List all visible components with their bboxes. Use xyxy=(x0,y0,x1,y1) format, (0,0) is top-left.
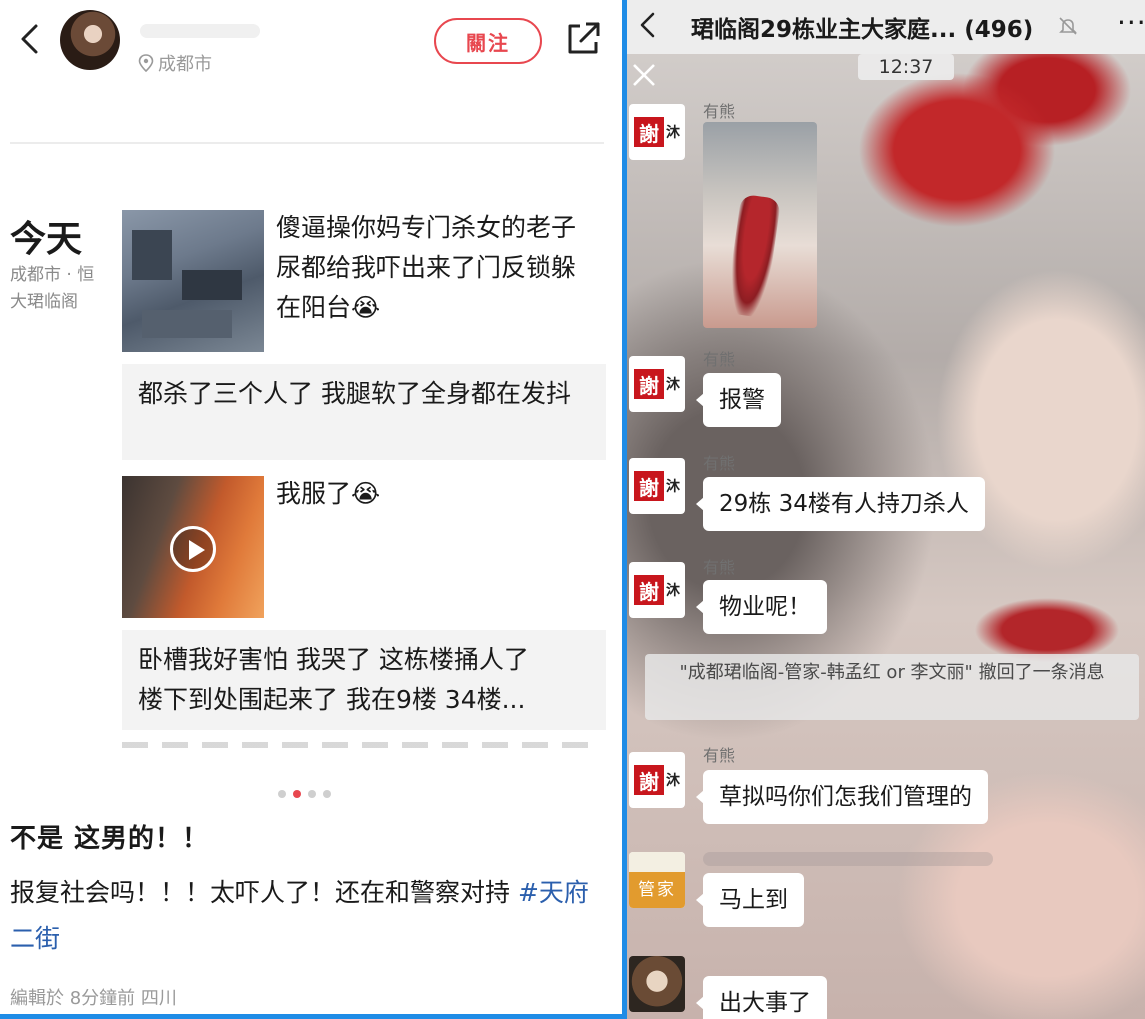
more-icon[interactable]: ··· xyxy=(1117,6,1145,39)
pager-dot[interactable] xyxy=(308,790,316,798)
author-name-redacted xyxy=(140,24,260,38)
post-video-thumbnail[interactable] xyxy=(122,476,264,618)
property-manager-avatar[interactable]: 管家 xyxy=(629,852,685,908)
sender-avatar[interactable]: 謝 沐 xyxy=(629,458,685,514)
post-image-thumbnail[interactable] xyxy=(122,210,264,352)
follow-button[interactable]: 關注 xyxy=(434,18,542,64)
post-caption: 都杀了三个人了 我腿软了全身都在发抖 xyxy=(122,364,606,460)
seal-logo: 謝 xyxy=(634,369,664,399)
share-icon[interactable] xyxy=(564,20,602,58)
seal-side-char: 沐 xyxy=(666,583,680,599)
message-timestamp: 12:37 xyxy=(858,54,954,80)
sender-name: 有熊 xyxy=(703,350,736,369)
close-icon[interactable] xyxy=(631,62,657,88)
sender-avatar[interactable]: 謝 沐 xyxy=(629,562,685,618)
image-message[interactable] xyxy=(703,122,817,328)
pager-dot[interactable] xyxy=(278,790,286,798)
sender-avatar[interactable] xyxy=(629,956,685,1012)
note-body-text: 报复社会吗！！！太吓人了！还在和警察对持 xyxy=(10,878,518,907)
note-body: 报复社会吗！！！太吓人了！还在和警察对持 #天府二街 xyxy=(10,870,600,962)
seal-side-char: 沐 xyxy=(666,125,680,141)
seal-logo: 謝 xyxy=(634,117,664,147)
recall-notice: "成都珺临阁-管家-韩孟红 or 李文丽" 撤回了一条消息 xyxy=(645,654,1139,720)
message-bubble[interactable]: 出大事了 xyxy=(696,976,827,1019)
message-bubble[interactable]: 29栋 34楼有人持刀杀人 xyxy=(696,477,985,531)
post-text: 傻逼操你妈专门杀女的老子尿都给我吓出来了门反锁躲在阳台😭 xyxy=(276,213,577,322)
author-location: 成都市 xyxy=(138,50,212,76)
seal-logo: 謝 xyxy=(634,575,664,605)
chat-topbar: 珺临阁29栋业主大家庭... (496) ··· xyxy=(627,0,1145,54)
avatar-label: 管家 xyxy=(629,872,685,908)
pager-dot[interactable] xyxy=(323,790,331,798)
sender-name: 有熊 xyxy=(703,746,736,765)
mute-bell-icon xyxy=(1059,17,1077,35)
play-icon[interactable] xyxy=(170,526,216,572)
post-header: 成都市 關注 xyxy=(0,0,622,90)
xiaohongshu-post-panel: 成都市 關注 今天 成都市 · 恒大珺临阁 傻逼操你妈专门杀女的老子尿都给我吓出… xyxy=(0,0,622,1019)
sender-name-faded xyxy=(703,852,993,866)
message-bubble[interactable]: 物业呢！ xyxy=(696,580,827,634)
left-panel-border xyxy=(0,1014,622,1019)
sender-name: 有熊 xyxy=(703,454,736,473)
seal-logo: 謝 xyxy=(634,765,664,795)
back-icon[interactable] xyxy=(635,10,663,40)
seal-side-char: 沐 xyxy=(666,773,680,789)
sender-avatar[interactable]: 謝 沐 xyxy=(629,752,685,808)
message-bubble[interactable]: 马上到 xyxy=(696,873,804,927)
caption-line: 卧槽我好害怕 我哭了 这栋楼捅人了 xyxy=(138,645,529,674)
carousel-pager xyxy=(278,790,331,798)
post-caption: 卧槽我好害怕 我哭了 这栋楼捅人了 楼下到处围起来了 我在9楼 34楼... xyxy=(122,630,606,730)
message-bubble[interactable]: 报警 xyxy=(696,373,781,427)
seal-logo: 謝 xyxy=(634,471,664,501)
seal-side-char: 沐 xyxy=(666,479,680,495)
wechat-group-chat-panel: 珺临阁29栋业主大家庭... (496) ··· 12:37 謝 沐 有熊 謝 … xyxy=(627,0,1145,1019)
header-divider xyxy=(10,142,604,144)
author-avatar[interactable] xyxy=(60,10,120,70)
edit-timestamp: 編輯於 8分鐘前 四川 xyxy=(10,988,177,1009)
day-label: 今天 xyxy=(10,219,83,260)
sender-name: 有熊 xyxy=(703,558,736,577)
back-icon[interactable] xyxy=(14,22,48,56)
message-bubble[interactable]: 草拟吗你们怎我们管理的 xyxy=(696,770,988,824)
day-location: 成都市 · 恒大珺临阁 xyxy=(10,265,95,312)
post-text: 我服了😭 xyxy=(276,479,381,508)
sender-name: 有熊 xyxy=(703,102,736,121)
note-title: 不是 这男的！！ xyxy=(10,824,210,854)
sender-avatar[interactable]: 謝 沐 xyxy=(629,104,685,160)
seal-side-char: 沐 xyxy=(666,377,680,393)
pager-dot[interactable] xyxy=(293,790,301,798)
next-post-cutoff xyxy=(122,742,602,748)
chat-title: 珺临阁29栋业主大家庭... (496) xyxy=(691,17,1034,43)
caption-line: 楼下到处围起来了 我在9楼 34楼... xyxy=(138,685,526,714)
location-label: 成都市 xyxy=(158,54,212,75)
sender-avatar[interactable]: 謝 沐 xyxy=(629,356,685,412)
location-pin-icon xyxy=(138,54,154,72)
